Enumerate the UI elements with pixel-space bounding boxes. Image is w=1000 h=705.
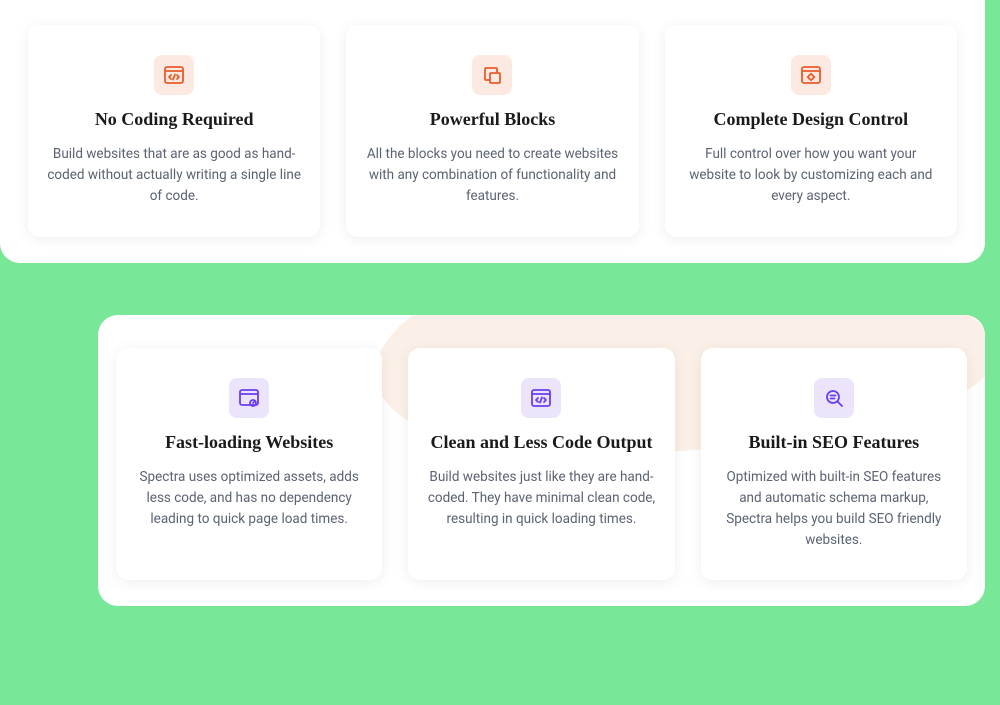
feature-card-fast-loading: Fast-loading Websites Spectra uses optim…: [116, 348, 382, 581]
card-title: Powerful Blocks: [364, 109, 620, 130]
settings-window-icon: [791, 55, 831, 95]
cards-row: Fast-loading Websites Spectra uses optim…: [98, 315, 985, 581]
card-title: Clean and Less Code Output: [426, 432, 656, 453]
card-desc: Spectra uses optimized assets, adds less…: [134, 467, 364, 530]
features-section-2: Fast-loading Websites Spectra uses optim…: [98, 315, 985, 607]
card-desc: Build websites just like they are hand-c…: [426, 467, 656, 530]
card-title: Fast-loading Websites: [134, 432, 364, 453]
feature-card-seo: Built-in SEO Features Optimized with bui…: [701, 348, 967, 581]
feature-card-no-coding: No Coding Required Build websites that a…: [28, 25, 320, 237]
card-desc: All the blocks you need to create websit…: [364, 144, 620, 207]
cards-row: No Coding Required Build websites that a…: [0, 0, 985, 237]
speedometer-window-icon: [229, 378, 269, 418]
code-icon: [521, 378, 561, 418]
feature-card-clean-code: Clean and Less Code Output Build website…: [408, 348, 674, 581]
feature-card-design-control: Complete Design Control Full control ove…: [665, 25, 957, 237]
card-desc: Full control over how you want your webs…: [683, 144, 939, 207]
features-section-1: No Coding Required Build websites that a…: [0, 0, 985, 263]
card-desc: Build websites that are as good as hand-…: [46, 144, 302, 207]
feature-card-blocks: Powerful Blocks All the blocks you need …: [346, 25, 638, 237]
search-doc-icon: [814, 378, 854, 418]
card-desc: Optimized with built-in SEO features and…: [719, 467, 949, 551]
code-window-icon: [154, 55, 194, 95]
card-title: Complete Design Control: [683, 109, 939, 130]
card-title: Built-in SEO Features: [719, 432, 949, 453]
blocks-icon: [472, 55, 512, 95]
card-title: No Coding Required: [46, 109, 302, 130]
